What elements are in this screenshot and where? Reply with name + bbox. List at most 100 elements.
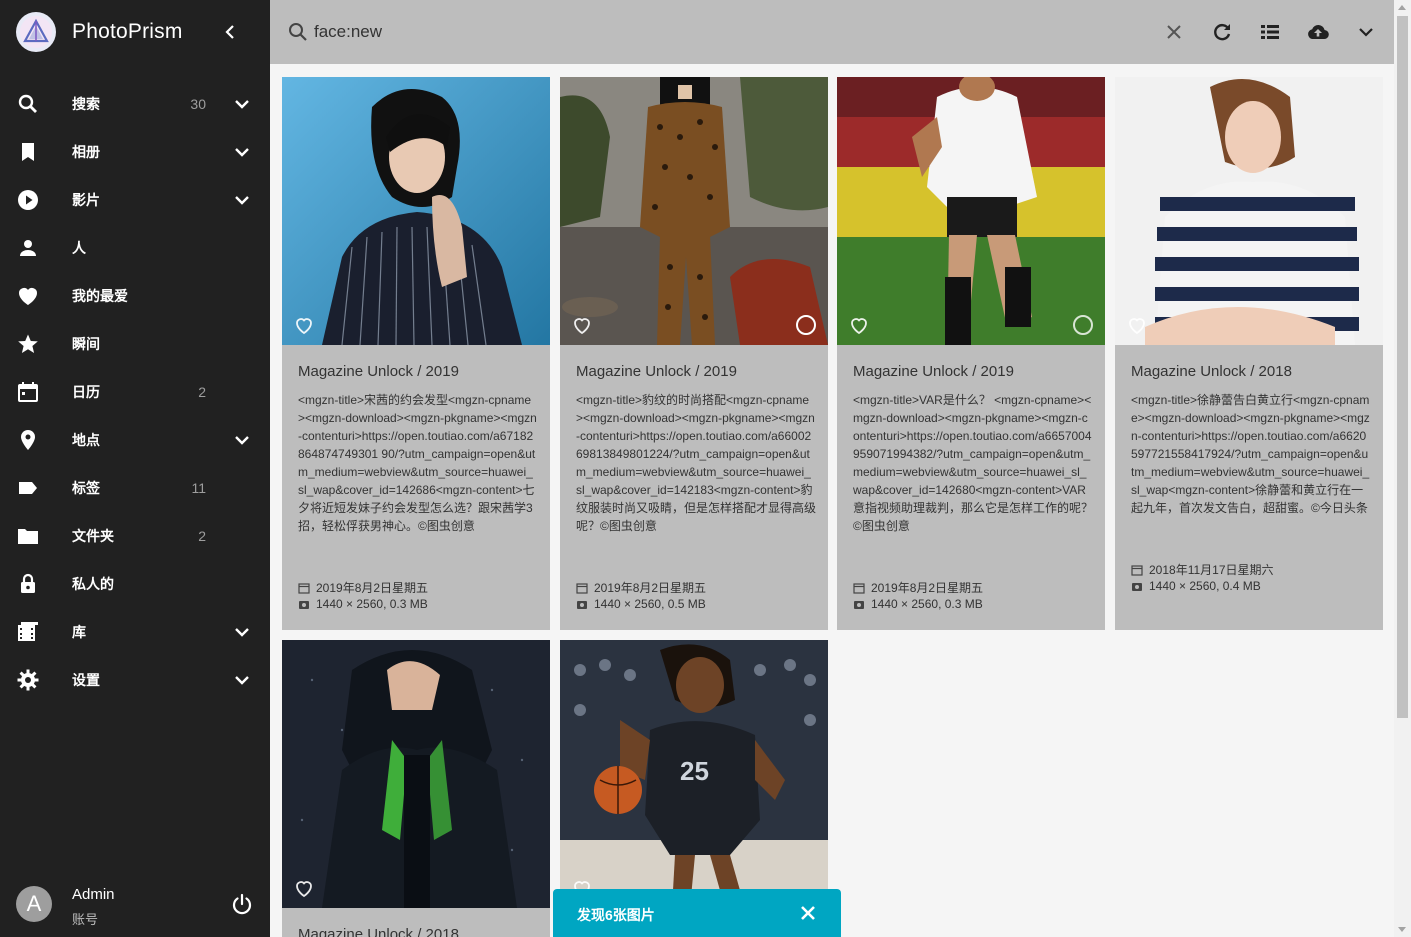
photo-date: 2019年8月2日星期五	[853, 579, 983, 596]
photo-description: <mgzn-title>宋茜的约会发型<mgzn-cpname><mgzn-do…	[298, 393, 537, 533]
heart-outline-icon	[1129, 318, 1145, 335]
photo-date: 2018年11月17日星期六	[1131, 561, 1274, 578]
photo-info: 1440 × 2560, 0.4 MB	[1131, 579, 1261, 593]
favorite-toggle[interactable]	[292, 313, 316, 337]
person-icon	[16, 236, 40, 260]
brand: PhotoPrism	[0, 0, 270, 64]
search-toolbar	[270, 0, 1394, 64]
chevron-down-icon[interactable]	[230, 188, 254, 212]
photo-info: 1440 × 2560, 0.5 MB	[576, 597, 706, 611]
sidebar-item-count: 11	[191, 480, 206, 496]
chevron-left-icon	[225, 25, 234, 39]
account-name[interactable]: Admin	[72, 886, 115, 903]
snackbar: 发现6张图片	[553, 889, 841, 937]
sidebar-item[interactable]: 库	[0, 608, 270, 656]
sidebar-nav: 搜索 30 相册影片人我的最爱瞬间日历 2 地点 标签 11 文件夹 2 私人的库设置	[0, 80, 270, 704]
sidebar-item[interactable]: 人	[0, 224, 270, 272]
scroll-down-arrow[interactable]	[1398, 927, 1406, 932]
favorite-toggle[interactable]	[847, 313, 871, 337]
list-view-button[interactable]	[1258, 20, 1282, 44]
photo-card[interactable]: Magazine Unlock / 2019 <mgzn-title>宋茜的约会…	[282, 77, 550, 630]
circle-outline-icon	[796, 315, 816, 335]
chevron-down-icon[interactable]	[230, 668, 254, 692]
photo-thumbnail[interactable]: 25	[560, 640, 828, 908]
photo-title[interactable]: Magazine Unlock / 2019	[298, 363, 459, 380]
favorite-toggle[interactable]	[1125, 313, 1149, 337]
photo-thumbnail[interactable]	[1115, 77, 1383, 345]
photo-thumbnail[interactable]	[282, 77, 550, 345]
sidebar-item[interactable]: 设置	[0, 656, 270, 704]
photo-card[interactable]: Magazine Unlock / 2019 <mgzn-title>豹纹的时尚…	[560, 77, 828, 630]
sidebar: PhotoPrism 搜索 30 相册影片人我的最爱瞬间日历 2 地点 标签 11 文件夹 2 私…	[0, 0, 270, 937]
sidebar-item[interactable]: 文件夹 2	[0, 512, 270, 560]
camera-icon	[299, 601, 309, 609]
photoprism-logo[interactable]	[16, 12, 56, 52]
photo-title[interactable]: Magazine Unlock / 2018	[1131, 363, 1292, 380]
more-options-button[interactable]	[1354, 20, 1378, 44]
upload-button[interactable]	[1306, 20, 1330, 44]
sidebar-item-count: 2	[198, 384, 206, 400]
gear-icon	[16, 668, 40, 692]
photo-info: 1440 × 2560, 0.3 MB	[853, 597, 983, 611]
photo-title[interactable]: Magazine Unlock / 2018	[298, 926, 459, 937]
photo-description: <mgzn-title>徐静蕾告白黄立行<mgzn-cpname><mgzn-d…	[1131, 393, 1370, 515]
chevron-down-icon[interactable]	[230, 428, 254, 452]
favorite-toggle[interactable]	[292, 876, 316, 900]
chevron-down-icon[interactable]	[230, 140, 254, 164]
photo-thumbnail[interactable]	[837, 77, 1105, 345]
camera-icon	[577, 601, 587, 609]
account-role: 账号	[72, 912, 99, 927]
favorite-toggle[interactable]	[570, 313, 594, 337]
app-title: PhotoPrism	[72, 20, 183, 43]
photo-card[interactable]: Magazine Unlock / 2018	[282, 640, 550, 937]
avatar[interactable]: A	[16, 886, 52, 922]
sidebar-item[interactable]: 瞬间	[0, 320, 270, 368]
film-library-icon	[16, 620, 40, 644]
select-toggle[interactable]	[1071, 313, 1095, 337]
scroll-up-arrow[interactable]	[1398, 5, 1406, 10]
heart-outline-icon	[296, 881, 312, 898]
folder-icon	[16, 524, 40, 548]
close-icon	[1167, 25, 1181, 39]
chevron-down-icon[interactable]	[230, 92, 254, 116]
sidebar-item[interactable]: 我的最爱	[0, 272, 270, 320]
scrollbar-thumb[interactable]	[1397, 16, 1408, 718]
sidebar-item[interactable]: 标签 11	[0, 464, 270, 512]
clear-search-button[interactable]	[1162, 20, 1186, 44]
sidebar-item-label: 搜索	[72, 96, 100, 112]
heart-outline-icon	[574, 318, 590, 335]
sidebar-item-label: 影片	[72, 192, 100, 208]
sidebar-item[interactable]: 相册	[0, 128, 270, 176]
collapse-sidebar-button[interactable]	[218, 20, 242, 44]
refresh-button[interactable]	[1210, 20, 1234, 44]
snackbar-close-button[interactable]	[797, 902, 819, 924]
photo-thumbnail[interactable]	[560, 77, 828, 345]
photo-card[interactable]: Magazine Unlock / 2018 <mgzn-title>徐静蕾告白…	[1115, 77, 1383, 630]
cloud-upload-icon	[1308, 25, 1329, 40]
play-circle-icon	[16, 188, 40, 212]
photo-info: 1440 × 2560, 0.3 MB	[298, 597, 428, 611]
sidebar-item[interactable]: 地点	[0, 416, 270, 464]
logout-button[interactable]	[230, 892, 254, 916]
sidebar-item[interactable]: 搜索 30	[0, 80, 270, 128]
sidebar-item-label: 日历	[72, 384, 100, 400]
search-input[interactable]	[314, 18, 1134, 46]
photo-thumbnail[interactable]	[282, 640, 550, 908]
close-icon	[801, 906, 815, 920]
scrollbar[interactable]	[1394, 0, 1411, 937]
photo-description: <mgzn-title>豹纹的时尚搭配<mgzn-cpname><mgzn-do…	[576, 393, 817, 533]
calendar-icon	[853, 582, 865, 594]
sidebar-item-label: 我的最爱	[72, 288, 128, 304]
sidebar-item[interactable]: 影片	[0, 176, 270, 224]
select-toggle[interactable]	[794, 313, 818, 337]
sidebar-item-label: 私人的	[72, 576, 114, 592]
map-marker-icon	[16, 428, 40, 452]
sidebar-item[interactable]: 日历 2	[0, 368, 270, 416]
photo-description: <mgzn-title>VAR是什么？ <mgzn-cpname><mgzn-d…	[853, 393, 1094, 533]
chevron-down-icon[interactable]	[230, 620, 254, 644]
sidebar-item[interactable]: 私人的	[0, 560, 270, 608]
photo-card[interactable]: Magazine Unlock / 2019 <mgzn-title>VAR是什…	[837, 77, 1105, 630]
photo-title[interactable]: Magazine Unlock / 2019	[853, 363, 1014, 380]
camera-icon	[1132, 583, 1142, 591]
photo-title[interactable]: Magazine Unlock / 2019	[576, 363, 737, 380]
